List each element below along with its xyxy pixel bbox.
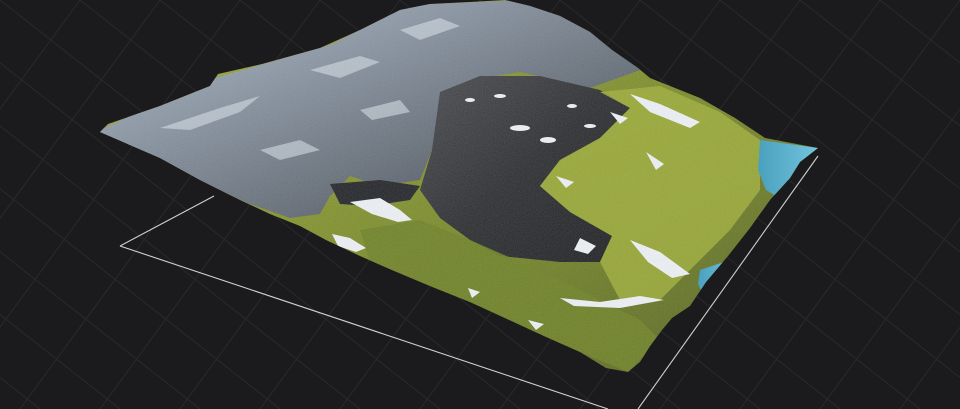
- viewport-canvas[interactable]: [0, 0, 960, 409]
- terrain-texture: [100, 0, 818, 372]
- grid-line: [0, 0, 81, 110]
- terrain-mesh[interactable]: [80, 0, 840, 409]
- grid-line: [0, 0, 241, 329]
- grid-line: [0, 313, 121, 409]
- grid-line: [799, 0, 960, 127]
- grid-line: [739, 108, 960, 409]
- grid-line: [879, 0, 960, 64]
- grid-line: [899, 326, 960, 409]
- bounds-edge-back-left: [119, 195, 215, 247]
- grid-line: [0, 0, 161, 219]
- 3d-viewport[interactable]: [0, 0, 960, 409]
